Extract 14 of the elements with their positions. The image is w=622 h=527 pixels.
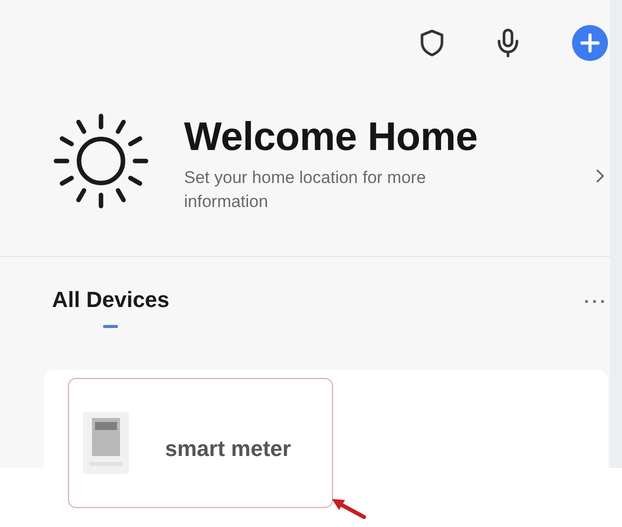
shield-icon[interactable] <box>420 28 444 56</box>
add-icon[interactable] <box>572 24 608 60</box>
device-name: smart meter <box>165 436 291 462</box>
device-tile[interactable]: smart meter <box>68 378 333 508</box>
sun-icon <box>52 112 150 210</box>
tab-indicator <box>103 325 118 328</box>
microphone-icon[interactable] <box>496 28 520 58</box>
annotation-arrow <box>330 497 366 519</box>
more-icon[interactable] <box>583 300 606 303</box>
meter-icon <box>83 412 129 474</box>
room-tab[interactable]: All Devices <box>52 287 170 313</box>
chevron-right-icon[interactable] <box>596 168 604 182</box>
welcome-title: Welcome Home <box>184 115 479 160</box>
location-hint[interactable]: Set your home location for more information <box>184 166 504 214</box>
